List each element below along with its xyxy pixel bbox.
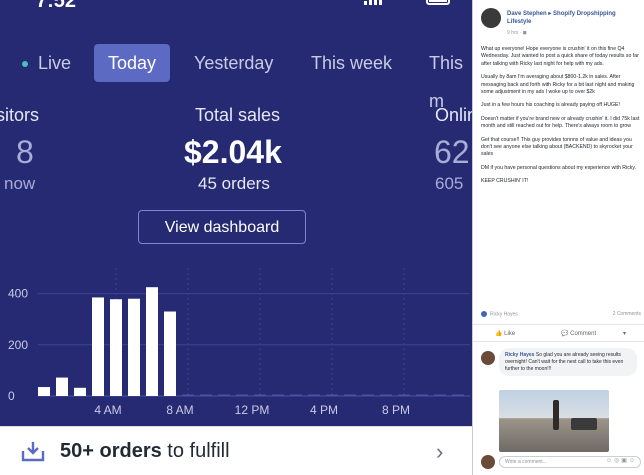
bar-hour-11 [236,394,248,396]
post-paragraph: DM if you have personal questions about … [481,164,637,171]
x-tick-label: 4 PM [310,403,338,417]
bar-hour-9 [200,394,212,396]
y-tick-label: 200 [8,338,28,352]
reaction-picker-icon[interactable]: ▾ [623,330,626,337]
bar-hour-3 [92,297,104,396]
post-author[interactable]: Dave Stephen ▸ Shopify Dropshipping Life… [507,10,639,26]
bar-hour-4 [110,299,122,396]
bar-hour-21 [416,394,428,396]
y-tick-label: 0 [8,389,15,403]
visitors-sub: now [4,174,36,193]
bar-hour-0 [38,387,50,396]
post-paragraph: KEEP CRUSHIN' IT! [481,178,529,185]
total-sales-value: $2.04k [184,134,282,170]
view-dashboard-button[interactable]: View dashboard [138,210,306,244]
hourly-sales-chart: 0 200 400 4 AM 8 AM 12 PM 4 PM 8 PM [8,268,470,417]
chevron-right-icon: › [436,439,444,464]
bar-hour-12 [254,394,266,396]
bar-hour-8 [182,394,194,396]
signal-icon [364,0,382,5]
like-reaction-icon [481,311,487,317]
orders-to-fulfill-text: 50+ orders to fulfill [60,440,230,462]
post-paragraph: Usually by 8am I'm averaging about $800-… [481,74,635,96]
date-range-tabs: Live Today Yesterday This week This m [0,44,472,111]
visitors-value: 8 [16,134,34,170]
bar-hour-5 [128,298,140,396]
post-actions: 👍 Like 💬 Comment ▾ [473,324,644,342]
bar-hour-18 [362,394,374,396]
my-avatar [481,455,495,469]
x-tick-label: 8 AM [166,403,193,417]
bar-hour-14 [290,394,302,396]
bar-hour-1 [56,377,68,396]
tab-today[interactable]: Today [94,44,171,82]
shopify-app-screen: 7:52 Live Today Yesterday This week This… [0,0,472,475]
bar-hour-23 [452,394,464,396]
bar-hour-7 [164,311,176,396]
tab-live[interactable]: Live [22,44,71,82]
wifi-icon [396,0,412,5]
bar-hour-17 [344,394,356,396]
comment-photo[interactable] [499,390,609,452]
like-button[interactable]: 👍 Like [495,330,515,337]
x-tick-label: 4 AM [94,403,121,417]
tab-this-week[interactable]: This week [311,44,392,82]
bar-hour-10 [218,394,230,396]
photo-vehicle [571,418,597,430]
bar-hour-6 [146,287,158,396]
status-bar-time: 7:52 [36,0,77,12]
bar-hour-16 [326,394,338,396]
photo-person [553,400,559,430]
live-dot-icon [22,61,28,68]
post-paragraph: Just in a few hours his coaching is alre… [481,102,620,109]
status-bar-icons [364,0,450,5]
download-tray-icon [21,442,45,462]
bar-hour-2 [74,387,86,396]
y-tick-label: 400 [8,287,28,301]
comment-button[interactable]: 💬 Comment [561,330,596,337]
comment-attachment-icons[interactable]: ☺◎▣☺ [606,457,637,464]
orders-to-fulfill-bar[interactable]: 50+ orders to fulfill › [0,426,472,475]
total-orders: 45 orders [198,174,270,193]
online-label: Onlin [435,105,472,125]
bar-hour-22 [434,394,446,396]
post-timestamp: 9 hrs · ◼ [507,30,527,36]
x-tick-label: 8 PM [382,403,410,417]
comments-count[interactable]: 2 Comments [613,311,641,317]
bar-hour-15 [308,394,320,396]
online-sub: 605 [435,174,464,193]
commenter-name[interactable]: Ricky Hayes [505,352,534,358]
commenter-avatar[interactable] [481,351,495,365]
facebook-post-panel: Dave Stephen ▸ Shopify Dropshipping Life… [472,0,644,475]
tab-yesterday[interactable]: Yesterday [194,44,273,82]
post-paragraph: Doesn't matter if you're brand new or al… [481,115,640,130]
visitors-label: sitors [0,105,40,125]
bar-hour-20 [398,394,410,396]
author-avatar[interactable] [481,8,501,28]
comment-bubble: Ricky Hayes So glad you are already seei… [499,348,637,377]
total-sales-label: Total sales [195,105,281,125]
online-value: 62 [434,134,470,170]
post-paragraph: Get that course!! This guy provides tonn… [481,136,633,158]
write-comment-row: Write a comment... ☺◎▣☺ [481,455,641,469]
battery-icon [426,0,450,5]
bar-hour-19 [380,394,392,396]
bar-hour-13 [272,394,284,396]
reactions-row[interactable]: Ricky Hayes 2 Comments [481,311,641,317]
x-tick-label: 12 PM [235,403,270,417]
tab-this-month[interactable]: This m [429,44,472,111]
post-paragraph: What up everyone! Hope everyone is crush… [481,46,639,67]
post-body: What up everyone! Hope everyone is crush… [481,46,641,192]
